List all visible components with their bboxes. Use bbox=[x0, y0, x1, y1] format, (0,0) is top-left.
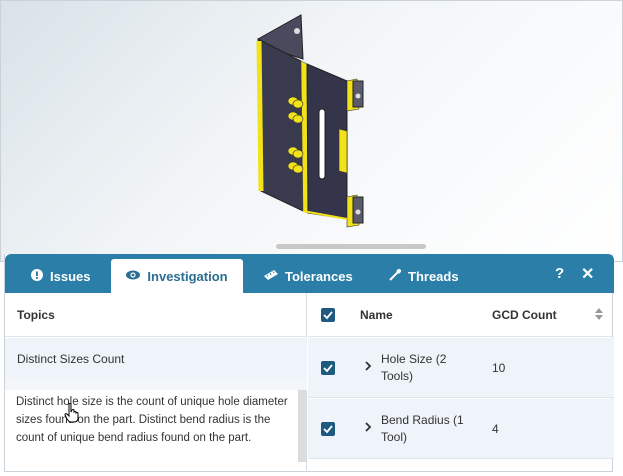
tab-bar: Issues Investigation Tolerances Threads … bbox=[5, 254, 614, 293]
close-button[interactable]: ✕ bbox=[581, 264, 594, 284]
tab-issues[interactable]: Issues bbox=[19, 259, 102, 293]
results-grid: Name GCD Count Hole Size (2 Tools) 10 Be… bbox=[308, 293, 614, 472]
hand-cursor-icon bbox=[64, 403, 80, 428]
tab-tolerances[interactable]: Tolerances bbox=[252, 259, 365, 293]
row-count: 10 bbox=[492, 361, 506, 375]
thread-tool-icon bbox=[389, 267, 402, 284]
table-row[interactable]: Hole Size (2 Tools) 10 bbox=[308, 338, 614, 398]
topics-pane: Topics Distinct Sizes Count Distinct hol… bbox=[5, 293, 307, 472]
topic-item-label: Distinct Sizes Count bbox=[17, 352, 125, 366]
topic-divider bbox=[5, 378, 307, 390]
row-name: Bend Radius (1 Tool) bbox=[381, 413, 464, 444]
row-name: Hole Size (2 Tools) bbox=[381, 352, 447, 383]
row-count: 4 bbox=[492, 422, 499, 436]
topic-description: Distinct hole size is the count of uniqu… bbox=[16, 396, 288, 444]
topics-header: Topics bbox=[5, 293, 307, 337]
help-button[interactable]: ? bbox=[555, 265, 564, 282]
chevron-right-icon[interactable] bbox=[364, 421, 372, 435]
sheet-metal-part-model[interactable] bbox=[1, 1, 623, 263]
tab-investigation[interactable]: Investigation bbox=[111, 259, 243, 293]
tab-investigation-label: Investigation bbox=[147, 268, 228, 284]
topic-item-distinct-sizes[interactable]: Distinct Sizes Count bbox=[5, 338, 307, 378]
chevron-right-icon[interactable] bbox=[364, 360, 372, 374]
tab-threads[interactable]: Threads bbox=[377, 259, 471, 293]
tab-issues-label: Issues bbox=[50, 268, 91, 284]
column-gcd-count-header[interactable]: GCD Count bbox=[492, 308, 557, 322]
bottom-panel: Issues Investigation Tolerances Threads … bbox=[4, 254, 614, 472]
viewport-scrollbar[interactable] bbox=[276, 244, 426, 249]
tab-threads-label: Threads bbox=[408, 268, 459, 284]
row-checkbox[interactable] bbox=[321, 361, 335, 375]
exclamation-circle-icon bbox=[31, 268, 43, 284]
table-row[interactable]: Bend Radius (1 Tool) 4 bbox=[308, 399, 614, 459]
ruler-icon bbox=[264, 269, 278, 283]
eye-icon bbox=[126, 269, 141, 283]
3d-viewport[interactable] bbox=[0, 0, 623, 262]
grid-header: Name GCD Count bbox=[308, 293, 614, 337]
column-name-header[interactable]: Name bbox=[360, 308, 393, 322]
sort-icon[interactable] bbox=[595, 308, 603, 323]
description-scrollbar[interactable] bbox=[298, 390, 306, 462]
row-checkbox[interactable] bbox=[321, 422, 335, 436]
select-all-checkbox[interactable] bbox=[321, 308, 335, 322]
tab-tolerances-label: Tolerances bbox=[285, 268, 353, 284]
